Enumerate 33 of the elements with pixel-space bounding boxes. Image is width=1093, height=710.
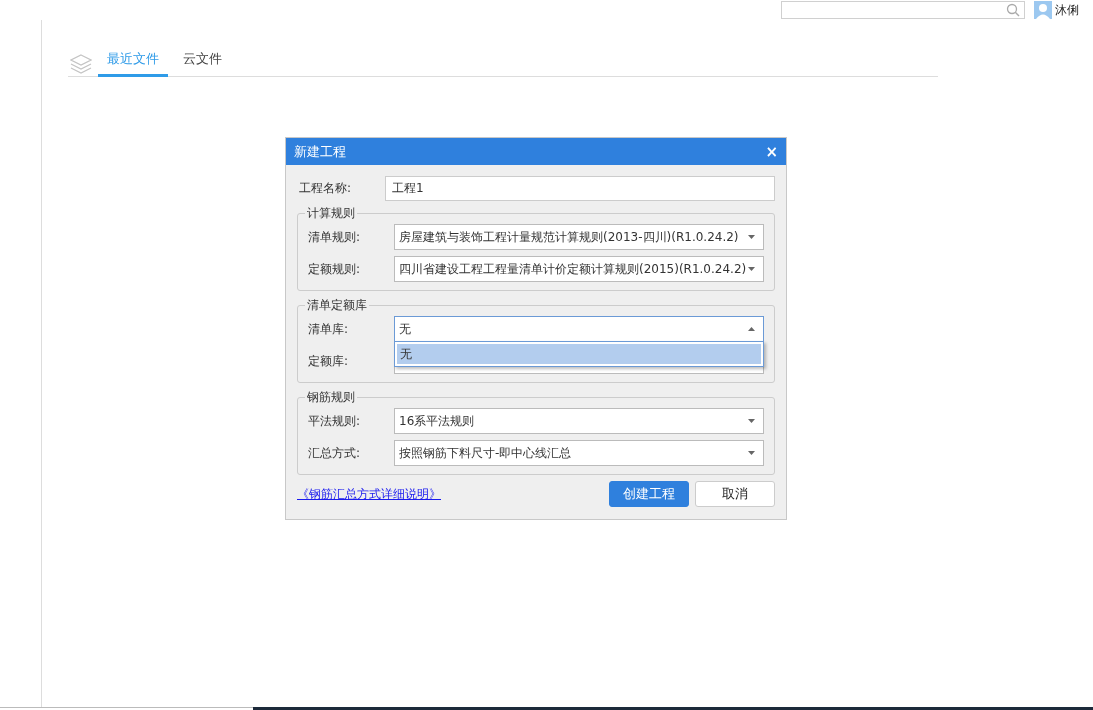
field-label: 定额规则:: [308, 260, 362, 278]
search-icon: [1006, 3, 1020, 17]
field-label: 定额库:: [308, 352, 350, 370]
dropdown[interactable]: 房屋建筑与装饰工程计量规范计算规则(2013-四川)(R1.0.24.2): [394, 224, 764, 250]
group-title: 清单定额库: [306, 297, 368, 314]
caret-icon: [748, 235, 755, 239]
caret-icon: [748, 419, 755, 423]
dropdown[interactable]: 四川省建设工程工程量清单计价定额计算规则(2015)(R1.0.24.2): [394, 256, 764, 282]
dialog-button[interactable]: 创建工程: [609, 481, 689, 507]
field-label: 清单库:: [308, 320, 350, 338]
caret-icon: [748, 327, 755, 331]
tab[interactable]: 云文件: [174, 50, 231, 77]
group-title: 计算规则: [306, 205, 356, 222]
name-input[interactable]: 工程1: [385, 176, 775, 201]
caret-icon: [748, 451, 755, 455]
user-name[interactable]: 沐俐: [1055, 1, 1079, 19]
field-label: 汇总方式:: [308, 444, 362, 462]
layers-icon: [70, 54, 92, 74]
avatar-icon[interactable]: [1034, 1, 1052, 19]
dropdown[interactable]: 无: [394, 316, 764, 342]
field-label: 工程名称:: [298, 180, 353, 197]
search-field[interactable]: [781, 1, 1025, 19]
close-button[interactable]: ×: [765, 142, 778, 161]
caret-icon: [748, 267, 755, 271]
dropdown[interactable]: 16系平法规则: [394, 408, 764, 434]
field-label: 清单规则:: [308, 228, 362, 246]
help-link[interactable]: 《钢筋汇总方式详细说明》: [297, 485, 441, 503]
dropdown[interactable]: 按照钢筋下料尺寸-即中心线汇总: [394, 440, 764, 466]
dropdown-option[interactable]: 无: [397, 344, 761, 364]
group-title: 钢筋规则: [306, 389, 356, 406]
dialog-button[interactable]: 取消: [695, 481, 775, 507]
field-label: 平法规则:: [308, 412, 362, 430]
dialog-title: 新建工程: [294, 142, 346, 161]
